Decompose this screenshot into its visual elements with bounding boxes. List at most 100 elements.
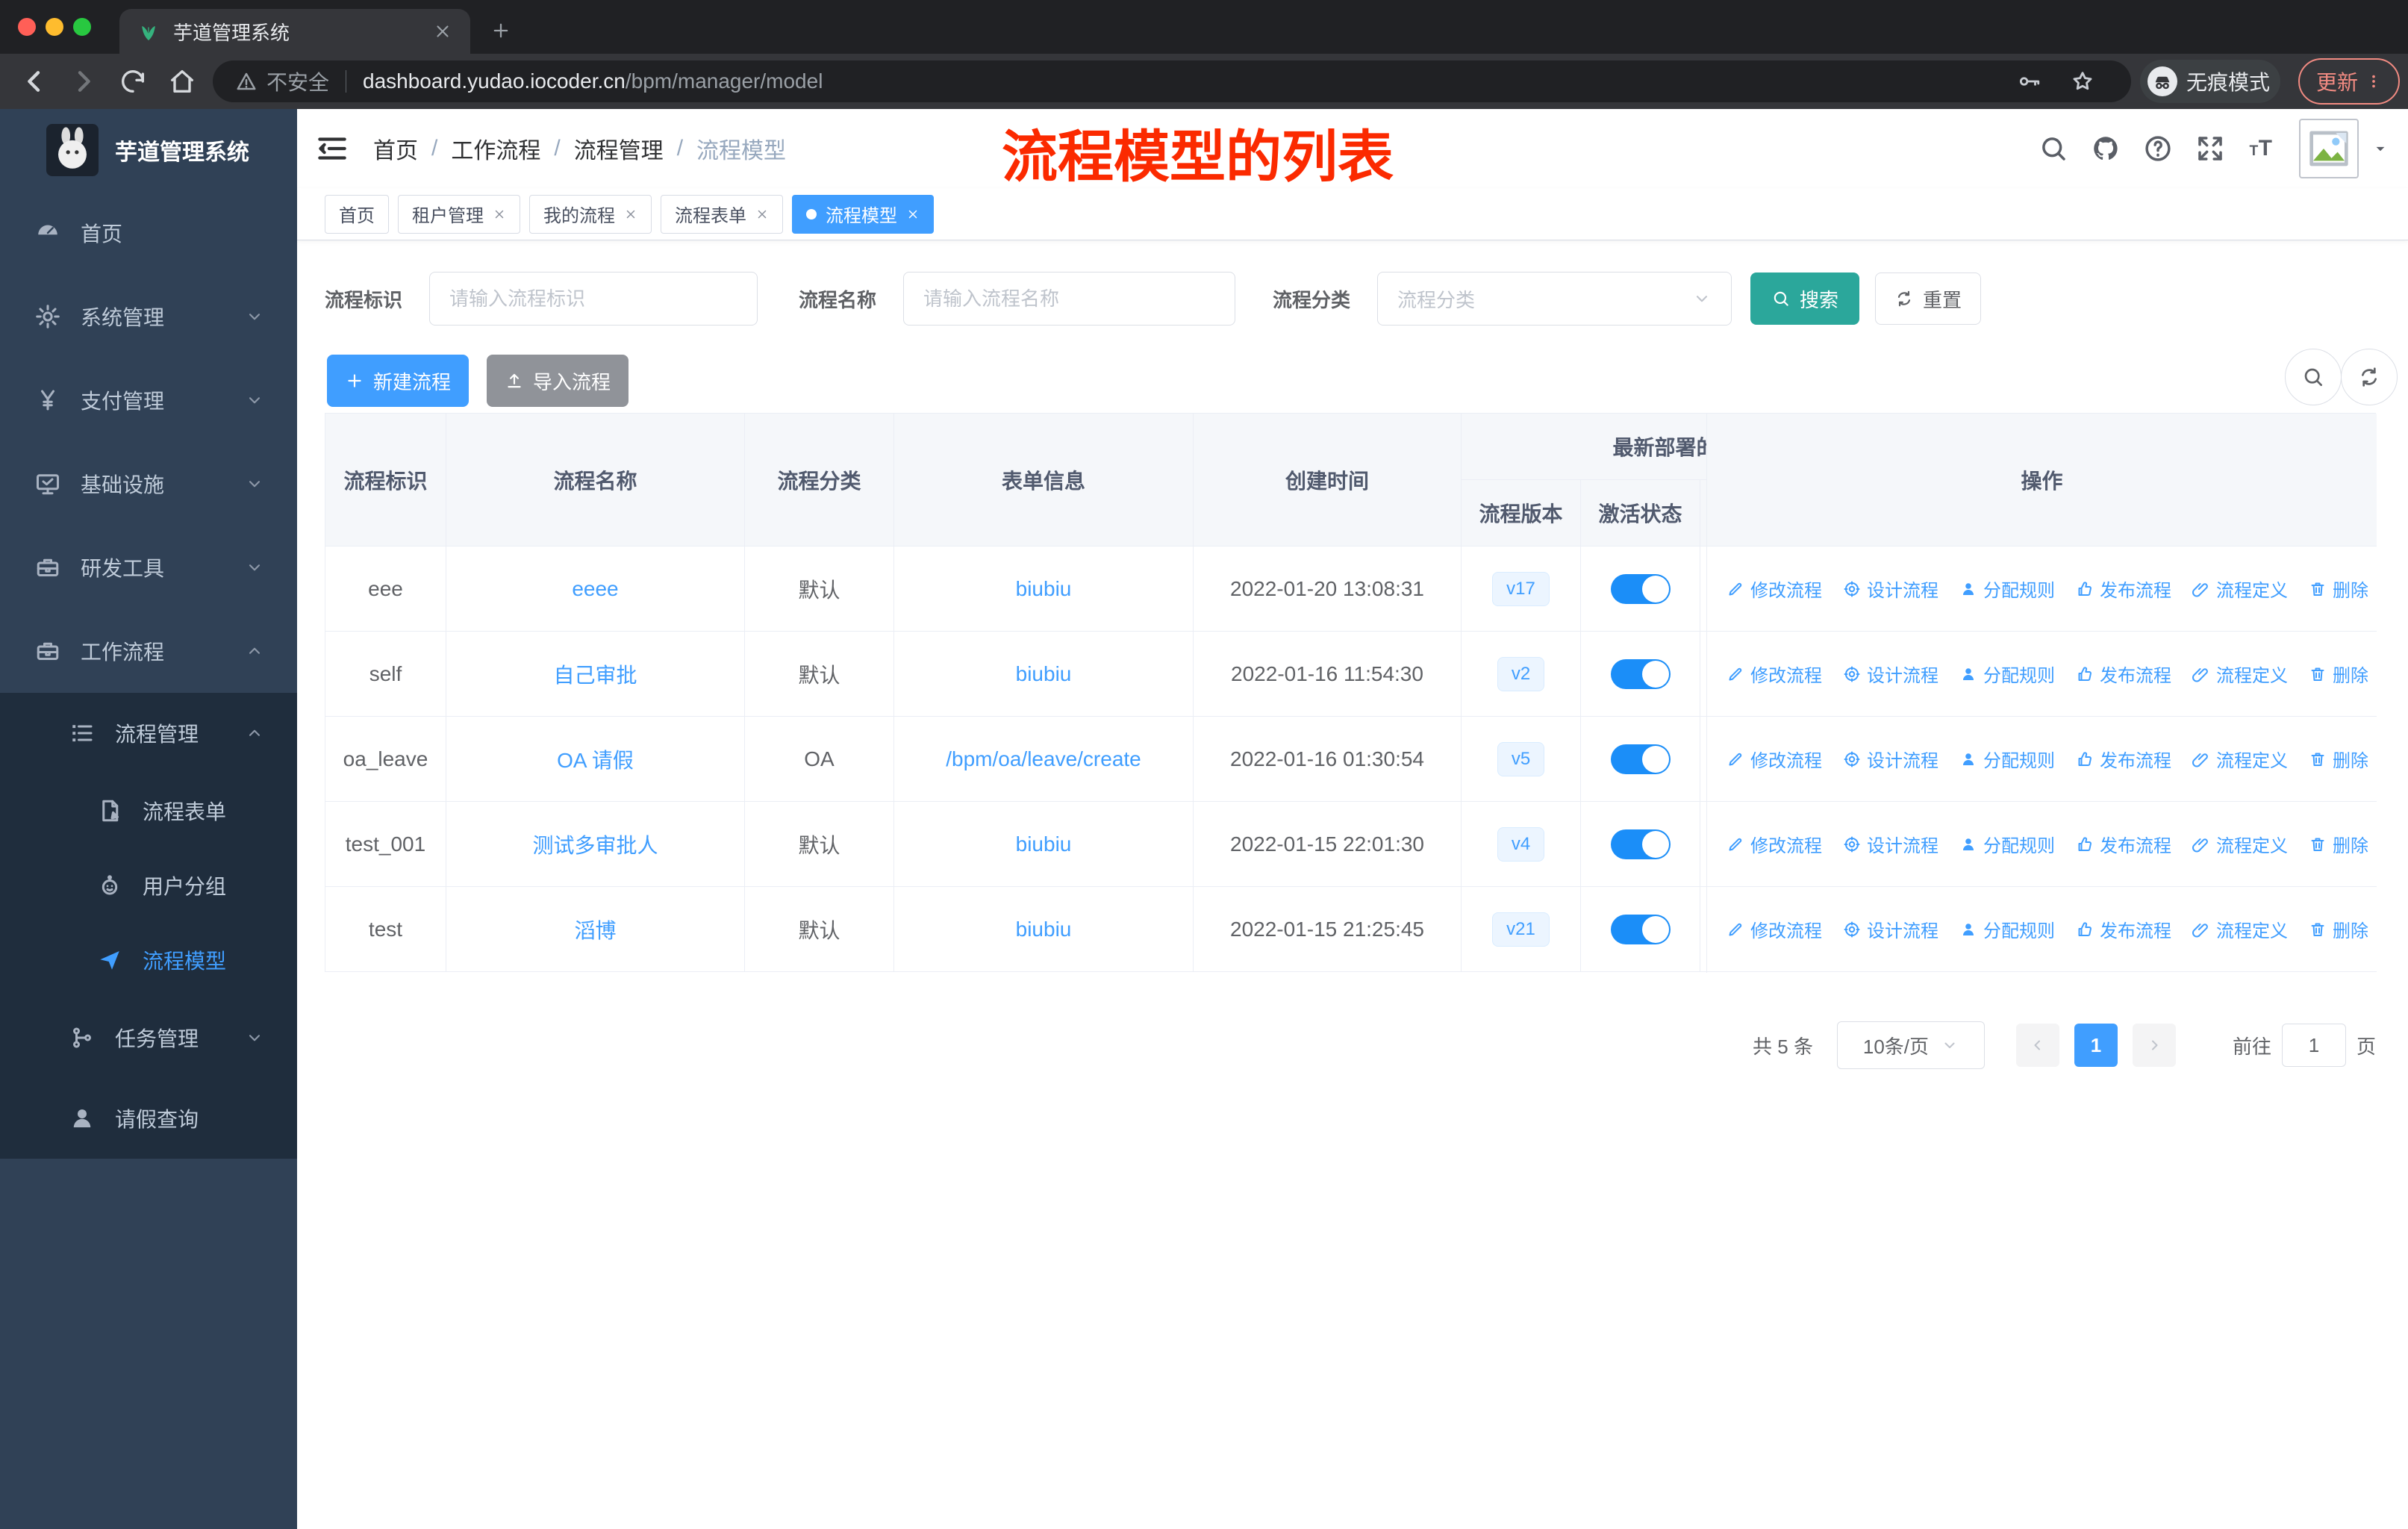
active-toggle[interactable] bbox=[1610, 914, 1671, 944]
page-size-select[interactable]: 10条/页 bbox=[1836, 1021, 1985, 1069]
model-name-link[interactable]: OA 请假 bbox=[557, 744, 634, 774]
action-paperclip-link[interactable]: 流程定义 bbox=[2192, 661, 2288, 687]
tag-4[interactable]: 流程模型 bbox=[792, 194, 934, 234]
action-design-gear-link[interactable]: 设计流程 bbox=[1843, 831, 1938, 857]
action-trash-link[interactable]: 删除 bbox=[2309, 916, 2368, 942]
model-name-link[interactable]: eeee bbox=[572, 577, 618, 601]
fullscreen-icon[interactable] bbox=[2195, 133, 2226, 164]
breadcrumb-item-1[interactable]: 工作流程 bbox=[451, 132, 540, 165]
action-design-gear-link[interactable]: 设计流程 bbox=[1843, 916, 1938, 942]
action-assign-user-link[interactable]: 分配规则 bbox=[1959, 916, 2055, 942]
sidebar-item-2[interactable]: 支付管理 bbox=[0, 358, 297, 442]
close-icon[interactable] bbox=[906, 208, 920, 221]
sidebar-item-4[interactable]: 研发工具 bbox=[0, 526, 297, 609]
search-button[interactable]: 搜索 bbox=[1750, 273, 1859, 325]
action-trash-link[interactable]: 删除 bbox=[2309, 831, 2368, 857]
bookmark-star-icon[interactable] bbox=[2070, 69, 2095, 94]
reset-button[interactable]: 重置 bbox=[1875, 273, 1981, 325]
active-toggle[interactable] bbox=[1610, 744, 1671, 774]
tag-3[interactable]: 流程表单 bbox=[661, 194, 783, 234]
app-logo-row[interactable]: 芋道管理系统 bbox=[0, 109, 297, 191]
action-trash-link[interactable]: 删除 bbox=[2309, 576, 2368, 602]
action-paperclip-link[interactable]: 流程定义 bbox=[2192, 916, 2288, 942]
action-trash-link[interactable]: 删除 bbox=[2309, 746, 2368, 772]
action-paperclip-link[interactable]: 流程定义 bbox=[2192, 831, 2288, 857]
tag-2[interactable]: 我的流程 bbox=[529, 194, 652, 234]
active-toggle[interactable] bbox=[1610, 829, 1671, 859]
tag-1[interactable]: 租户管理 bbox=[398, 194, 520, 234]
browser-update-button[interactable]: 更新 bbox=[2298, 58, 2400, 105]
action-publish-thumb-link[interactable]: 发布流程 bbox=[2076, 831, 2171, 857]
create-model-button[interactable]: 新建流程 bbox=[327, 355, 469, 407]
sidebar-item-6[interactable]: 流程管理 bbox=[0, 693, 297, 773]
home-icon[interactable] bbox=[167, 66, 197, 96]
sidebar-fold-icon[interactable] bbox=[314, 130, 351, 167]
breadcrumb-item-0[interactable]: 首页 bbox=[373, 132, 418, 165]
close-icon[interactable] bbox=[493, 208, 506, 221]
refresh-table-button[interactable] bbox=[2341, 349, 2398, 405]
browser-tab[interactable]: 芋道管理系统 bbox=[119, 9, 470, 54]
action-paperclip-link[interactable]: 流程定义 bbox=[2192, 746, 2288, 772]
action-assign-user-link[interactable]: 分配规则 bbox=[1959, 746, 2055, 772]
github-icon[interactable] bbox=[2090, 133, 2121, 164]
action-design-gear-link[interactable]: 设计流程 bbox=[1843, 746, 1938, 772]
action-assign-user-link[interactable]: 分配规则 bbox=[1959, 831, 2055, 857]
action-trash-link[interactable]: 删除 bbox=[2309, 661, 2368, 687]
active-toggle[interactable] bbox=[1610, 573, 1671, 604]
current-page-button[interactable]: 1 bbox=[2074, 1024, 2118, 1067]
new-tab-button[interactable] bbox=[484, 13, 518, 48]
avatar-caret-icon[interactable] bbox=[2371, 139, 2390, 158]
version-badge[interactable]: v17 bbox=[1492, 571, 1550, 606]
sidebar-item-0[interactable]: 首页 bbox=[0, 191, 297, 275]
sidebar-item-10[interactable]: 任务管理 bbox=[0, 997, 297, 1078]
form-link[interactable]: biubiu bbox=[1016, 577, 1072, 601]
action-pencil-link[interactable]: 修改流程 bbox=[1727, 916, 1822, 942]
window-minimize-button[interactable] bbox=[46, 18, 63, 36]
action-publish-thumb-link[interactable]: 发布流程 bbox=[2076, 916, 2171, 942]
action-pencil-link[interactable]: 修改流程 bbox=[1727, 746, 1822, 772]
action-paperclip-link[interactable]: 流程定义 bbox=[2192, 576, 2288, 602]
model-name-link[interactable]: 自己审批 bbox=[553, 659, 637, 689]
filter-name-input[interactable] bbox=[903, 272, 1235, 326]
form-link[interactable]: /bpm/oa/leave/create bbox=[946, 747, 1141, 771]
sidebar-item-3[interactable]: 基础设施 bbox=[0, 442, 297, 526]
help-icon[interactable] bbox=[2142, 133, 2174, 164]
browser-menu-icon[interactable] bbox=[2365, 72, 2382, 91]
action-pencil-link[interactable]: 修改流程 bbox=[1727, 661, 1822, 687]
active-toggle[interactable] bbox=[1610, 658, 1671, 689]
action-publish-thumb-link[interactable]: 发布流程 bbox=[2076, 746, 2171, 772]
goto-page-input[interactable] bbox=[2281, 1024, 2346, 1067]
action-design-gear-link[interactable]: 设计流程 bbox=[1843, 661, 1938, 687]
next-page-button[interactable] bbox=[2132, 1024, 2176, 1067]
back-icon[interactable] bbox=[19, 66, 49, 96]
form-link[interactable]: biubiu bbox=[1016, 662, 1072, 686]
model-name-link[interactable]: 测试多审批人 bbox=[532, 829, 658, 859]
version-badge[interactable]: v21 bbox=[1492, 912, 1550, 947]
address-bar[interactable]: 不安全 dashboard.yudao.iocoder.cn /bpm/mana… bbox=[213, 60, 2131, 102]
window-maximize-button[interactable] bbox=[73, 18, 91, 36]
version-badge[interactable]: v2 bbox=[1497, 656, 1545, 691]
breadcrumb-item-2[interactable]: 流程管理 bbox=[574, 132, 664, 165]
version-badge[interactable]: v5 bbox=[1497, 741, 1545, 776]
form-link[interactable]: biubiu bbox=[1016, 832, 1072, 856]
action-publish-thumb-link[interactable]: 发布流程 bbox=[2076, 661, 2171, 687]
tag-0[interactable]: 首页 bbox=[325, 194, 389, 234]
search-icon[interactable] bbox=[2038, 133, 2069, 164]
sidebar-item-7[interactable]: 流程表单 bbox=[0, 773, 297, 848]
filter-key-input[interactable] bbox=[429, 272, 758, 326]
version-badge[interactable]: v4 bbox=[1497, 826, 1545, 862]
password-key-icon[interactable] bbox=[2016, 69, 2042, 94]
action-design-gear-link[interactable]: 设计流程 bbox=[1843, 576, 1938, 602]
avatar[interactable] bbox=[2299, 119, 2359, 178]
sidebar-item-8[interactable]: 用户分组 bbox=[0, 848, 297, 923]
window-close-button[interactable] bbox=[18, 18, 36, 36]
forward-icon[interactable] bbox=[69, 66, 99, 96]
form-link[interactable]: biubiu bbox=[1016, 918, 1072, 941]
action-assign-user-link[interactable]: 分配规则 bbox=[1959, 576, 2055, 602]
action-assign-user-link[interactable]: 分配规则 bbox=[1959, 661, 2055, 687]
toggle-search-button[interactable] bbox=[2285, 349, 2342, 405]
tab-close-icon[interactable] bbox=[433, 22, 452, 41]
close-icon[interactable] bbox=[755, 208, 769, 221]
sidebar-item-5[interactable]: 工作流程 bbox=[0, 609, 297, 693]
prev-page-button[interactable] bbox=[2015, 1024, 2059, 1067]
